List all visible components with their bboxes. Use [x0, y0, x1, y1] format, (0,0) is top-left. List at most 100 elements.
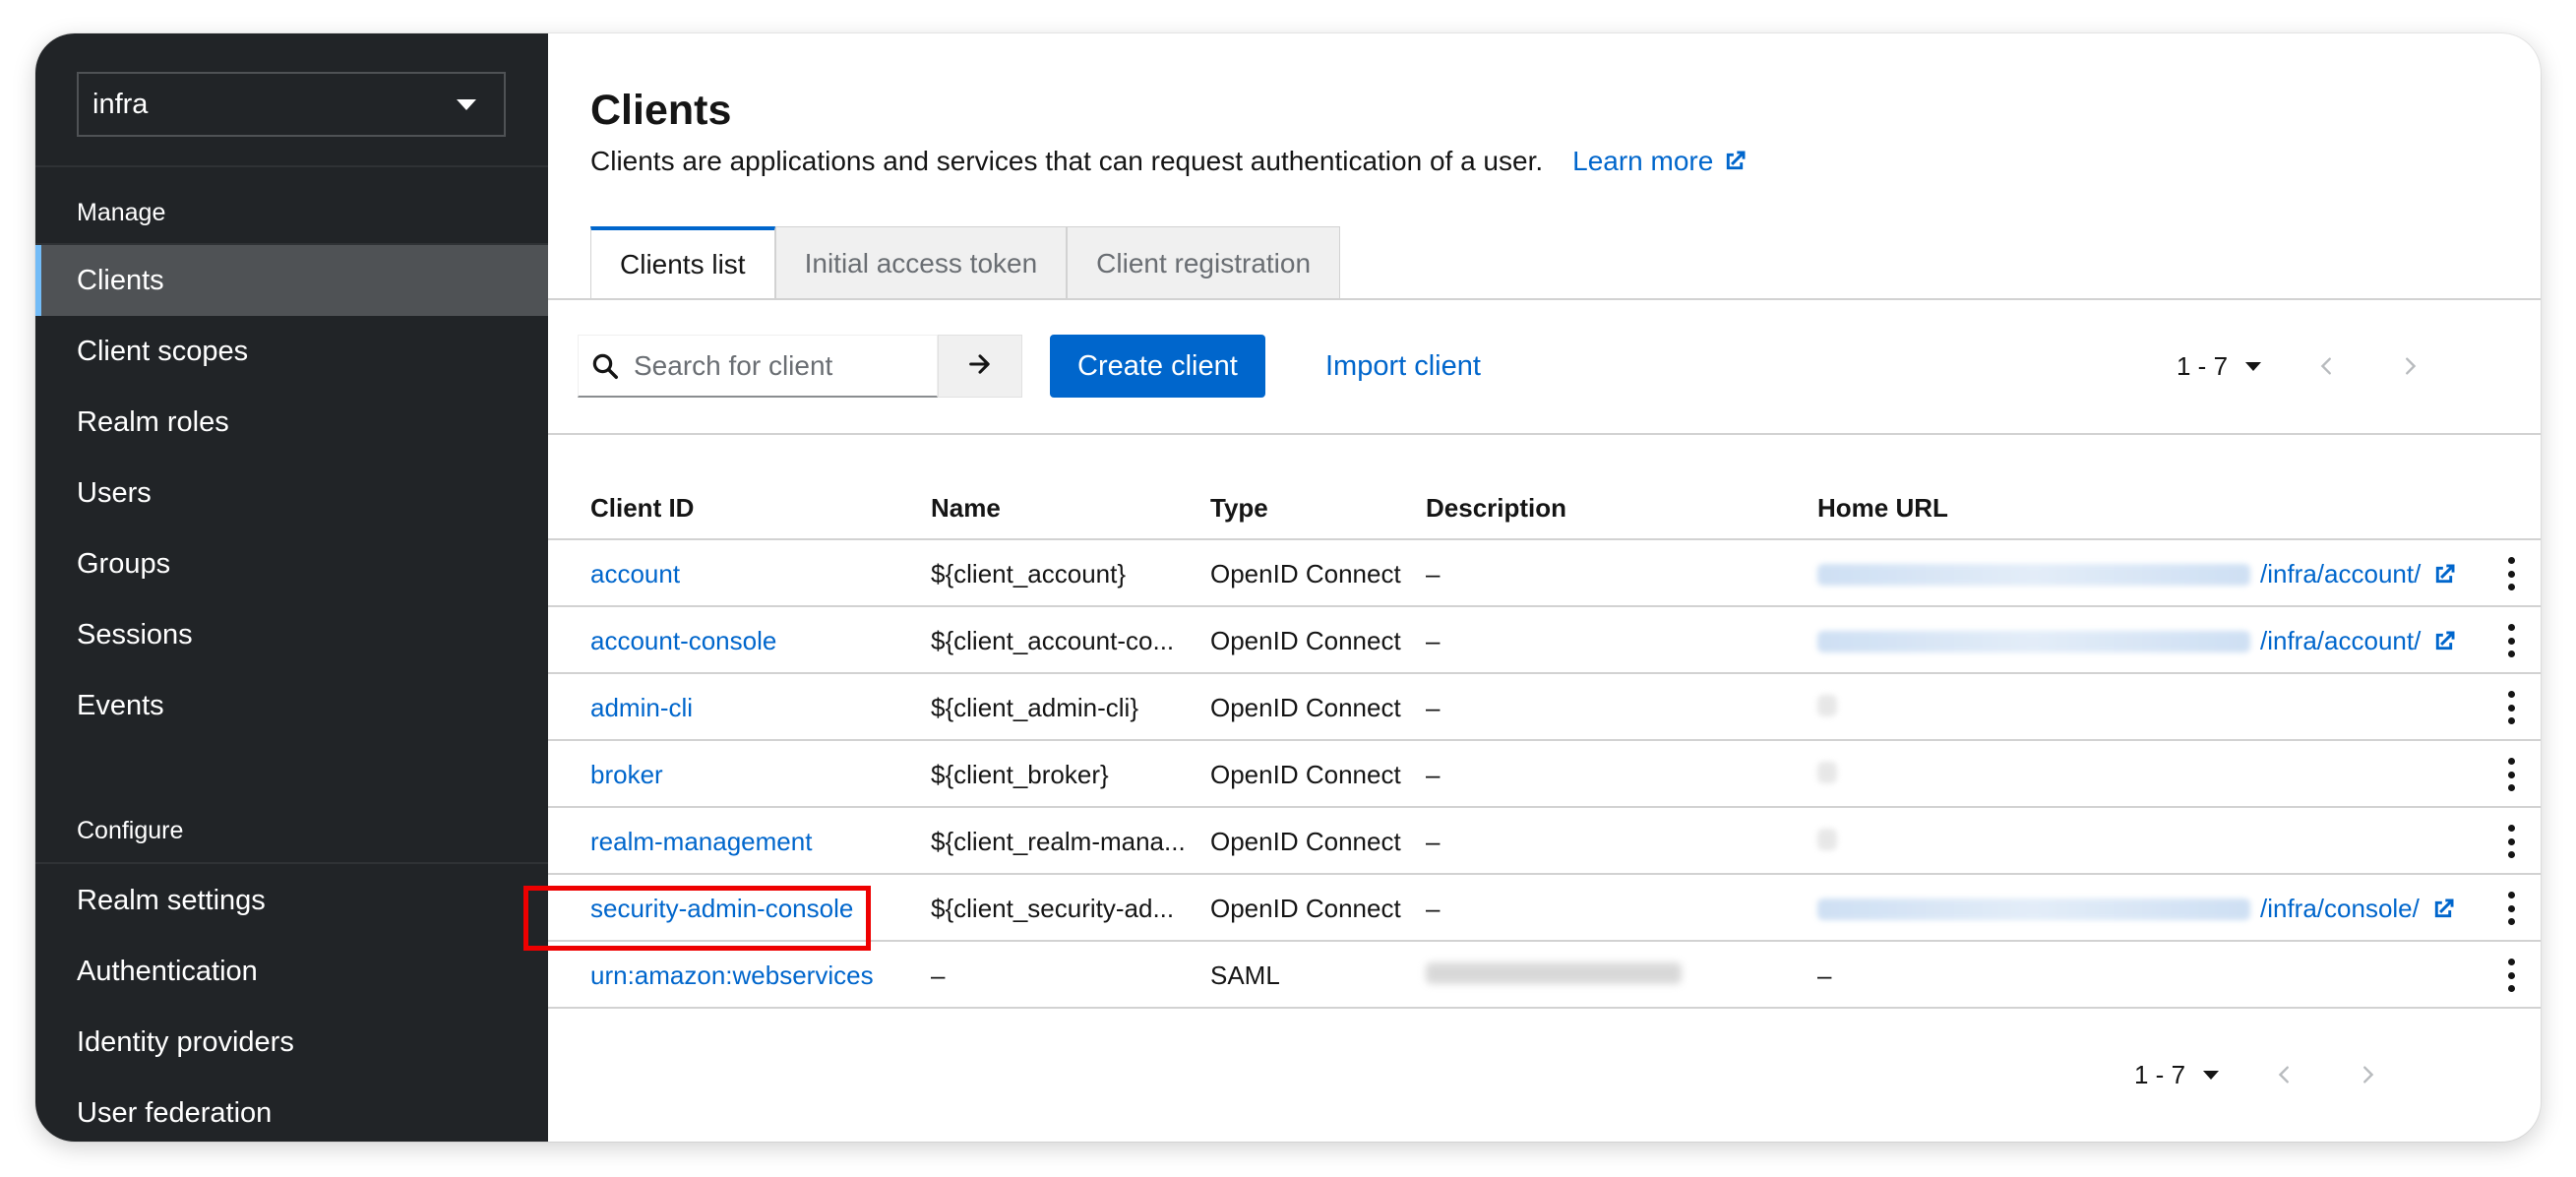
column-header-home-url[interactable]: Home URL — [1817, 493, 1948, 524]
home-url-link[interactable]: /infra/console/ — [1817, 894, 2457, 924]
client-id-link[interactable]: broker — [590, 760, 663, 790]
sidebar-item-groups[interactable]: Groups — [35, 528, 548, 599]
client-description: – — [1426, 760, 1441, 789]
sidebar-divider — [35, 862, 548, 864]
client-name: ${client_security-ad... — [931, 894, 1175, 923]
home-url-suffix: /infra/account/ — [2260, 626, 2422, 655]
table-row: account ${client_account} OpenID Connect… — [548, 540, 2541, 607]
realm-selector[interactable]: infra — [77, 72, 506, 137]
sidebar-item-client-scopes[interactable]: Client scopes — [35, 316, 548, 387]
client-id-link[interactable]: realm-management — [590, 827, 812, 857]
sidebar-item-label: Realm settings — [77, 884, 266, 916]
tabs: Clients list Initial access token Client… — [590, 226, 1341, 299]
redacted-url — [1817, 829, 1837, 850]
page-description-text: Clients are applications and services th… — [590, 146, 1544, 176]
sidebar-configure-list: Realm settings Authentication Identity p… — [35, 865, 548, 1142]
search-icon — [590, 351, 620, 381]
sidebar-heading-manage: Manage — [77, 199, 166, 226]
tab-clients-list[interactable]: Clients list — [590, 226, 775, 299]
sidebar-item-label: Users — [77, 476, 152, 509]
search-input[interactable] — [634, 349, 919, 382]
sidebar-item-events[interactable]: Events — [35, 670, 548, 741]
row-actions-kebab-icon[interactable] — [2503, 825, 2519, 858]
learn-more-label: Learn more — [1572, 146, 1714, 176]
previous-page-button[interactable] — [2310, 349, 2344, 383]
main-content: Clients Clients are applications and ser… — [548, 33, 2541, 1142]
row-actions-kebab-icon[interactable] — [2503, 691, 2519, 724]
row-actions-kebab-icon[interactable] — [2503, 892, 2519, 925]
pagination-range-toggle[interactable]: 1 - 7 — [2134, 1059, 2220, 1090]
sidebar-item-sessions[interactable]: Sessions — [35, 599, 548, 670]
client-description — [1426, 960, 1682, 991]
sidebar-item-label: Clients — [77, 264, 164, 296]
client-description: – — [1426, 626, 1441, 655]
column-header-description[interactable]: Description — [1426, 493, 1566, 524]
client-id-link[interactable]: security-admin-console — [590, 894, 853, 924]
home-url-cell — [1817, 827, 1837, 857]
sidebar-item-label: Client scopes — [77, 335, 249, 367]
client-name: ${client_account} — [931, 559, 1127, 588]
client-name: ${client_admin-cli} — [931, 693, 1139, 722]
redacted-url — [1817, 563, 2250, 586]
redacted-url — [1817, 630, 2250, 652]
create-client-button[interactable]: Create client — [1050, 335, 1265, 398]
page-description: Clients are applications and services th… — [590, 146, 1748, 177]
home-url-link[interactable]: /infra/account/ — [1817, 559, 2458, 589]
sidebar-item-realm-roles[interactable]: Realm roles — [35, 387, 548, 458]
column-header-client-id[interactable]: Client ID — [590, 493, 694, 524]
client-name: ${client_account-co... — [931, 626, 1175, 655]
sidebar-item-realm-settings[interactable]: Realm settings — [35, 865, 548, 936]
redacted-url — [1817, 898, 2250, 920]
table-row: account-console ${client_account-co... O… — [548, 607, 2541, 674]
previous-page-button[interactable] — [2268, 1058, 2301, 1091]
redacted-url — [1817, 762, 1837, 783]
table-row: urn:amazon:webservices – SAML – — [548, 942, 2541, 1009]
row-actions-kebab-icon[interactable] — [2503, 557, 2519, 590]
search-submit-button[interactable] — [938, 335, 1022, 398]
client-id-link[interactable]: urn:amazon:webservices — [590, 960, 874, 991]
toolbar: Create client Import client 1 - 7 — [548, 335, 2541, 398]
sidebar-item-label: User federation — [77, 1096, 273, 1129]
sidebar-item-clients[interactable]: Clients — [35, 245, 548, 316]
sidebar-heading-configure: Configure — [77, 817, 184, 844]
sidebar-item-users[interactable]: Users — [35, 458, 548, 528]
search-box — [578, 335, 938, 398]
column-header-type[interactable]: Type — [1210, 493, 1268, 524]
pagination-range: 1 - 7 — [2134, 1059, 2186, 1089]
column-header-name[interactable]: Name — [931, 493, 1001, 524]
client-id-link[interactable]: account-console — [590, 626, 776, 656]
next-page-button[interactable] — [2393, 349, 2426, 383]
tab-initial-access-token[interactable]: Initial access token — [774, 226, 1068, 299]
learn-more-link[interactable]: Learn more — [1572, 146, 1748, 177]
sidebar-item-label: Sessions — [77, 618, 193, 650]
sidebar: infra Manage Clients Client scopes Realm… — [35, 33, 548, 1142]
row-actions-kebab-icon[interactable] — [2503, 959, 2519, 992]
caret-down-icon — [2203, 1070, 2220, 1080]
tab-client-registration[interactable]: Client registration — [1067, 226, 1341, 299]
clients-table: Client ID Name Type Description Home URL… — [548, 473, 2541, 1009]
client-id-link[interactable]: admin-cli — [590, 693, 693, 723]
client-id-link[interactable]: account — [590, 559, 680, 589]
redacted-description — [1426, 962, 1682, 984]
pagination-bottom: 1 - 7 — [2134, 1043, 2384, 1106]
sidebar-item-label: Events — [77, 689, 164, 721]
table-row: realm-management ${client_realm-mana... … — [548, 808, 2541, 875]
sidebar-item-identity-providers[interactable]: Identity providers — [35, 1007, 548, 1078]
row-actions-kebab-icon[interactable] — [2503, 624, 2519, 657]
client-description: – — [1426, 693, 1441, 722]
next-page-button[interactable] — [2351, 1058, 2384, 1091]
sidebar-item-user-federation[interactable]: User federation — [35, 1078, 548, 1142]
pagination-range-toggle[interactable]: 1 - 7 — [2177, 351, 2262, 382]
home-url-link[interactable]: /infra/account/ — [1817, 626, 2458, 656]
sidebar-item-label: Realm roles — [77, 405, 229, 438]
sidebar-item-authentication[interactable]: Authentication — [35, 936, 548, 1007]
home-url-suffix: /infra/account/ — [2260, 559, 2422, 588]
row-actions-kebab-icon[interactable] — [2503, 758, 2519, 791]
external-link-icon — [2430, 561, 2458, 588]
realm-selector-value: infra — [92, 88, 149, 120]
sidebar-divider — [35, 165, 548, 167]
redacted-url — [1817, 695, 1837, 716]
import-client-button[interactable]: Import client — [1325, 335, 1481, 398]
sidebar-manage-list: Clients Client scopes Realm roles Users … — [35, 245, 548, 741]
home-url-suffix: /infra/console/ — [2260, 894, 2420, 923]
